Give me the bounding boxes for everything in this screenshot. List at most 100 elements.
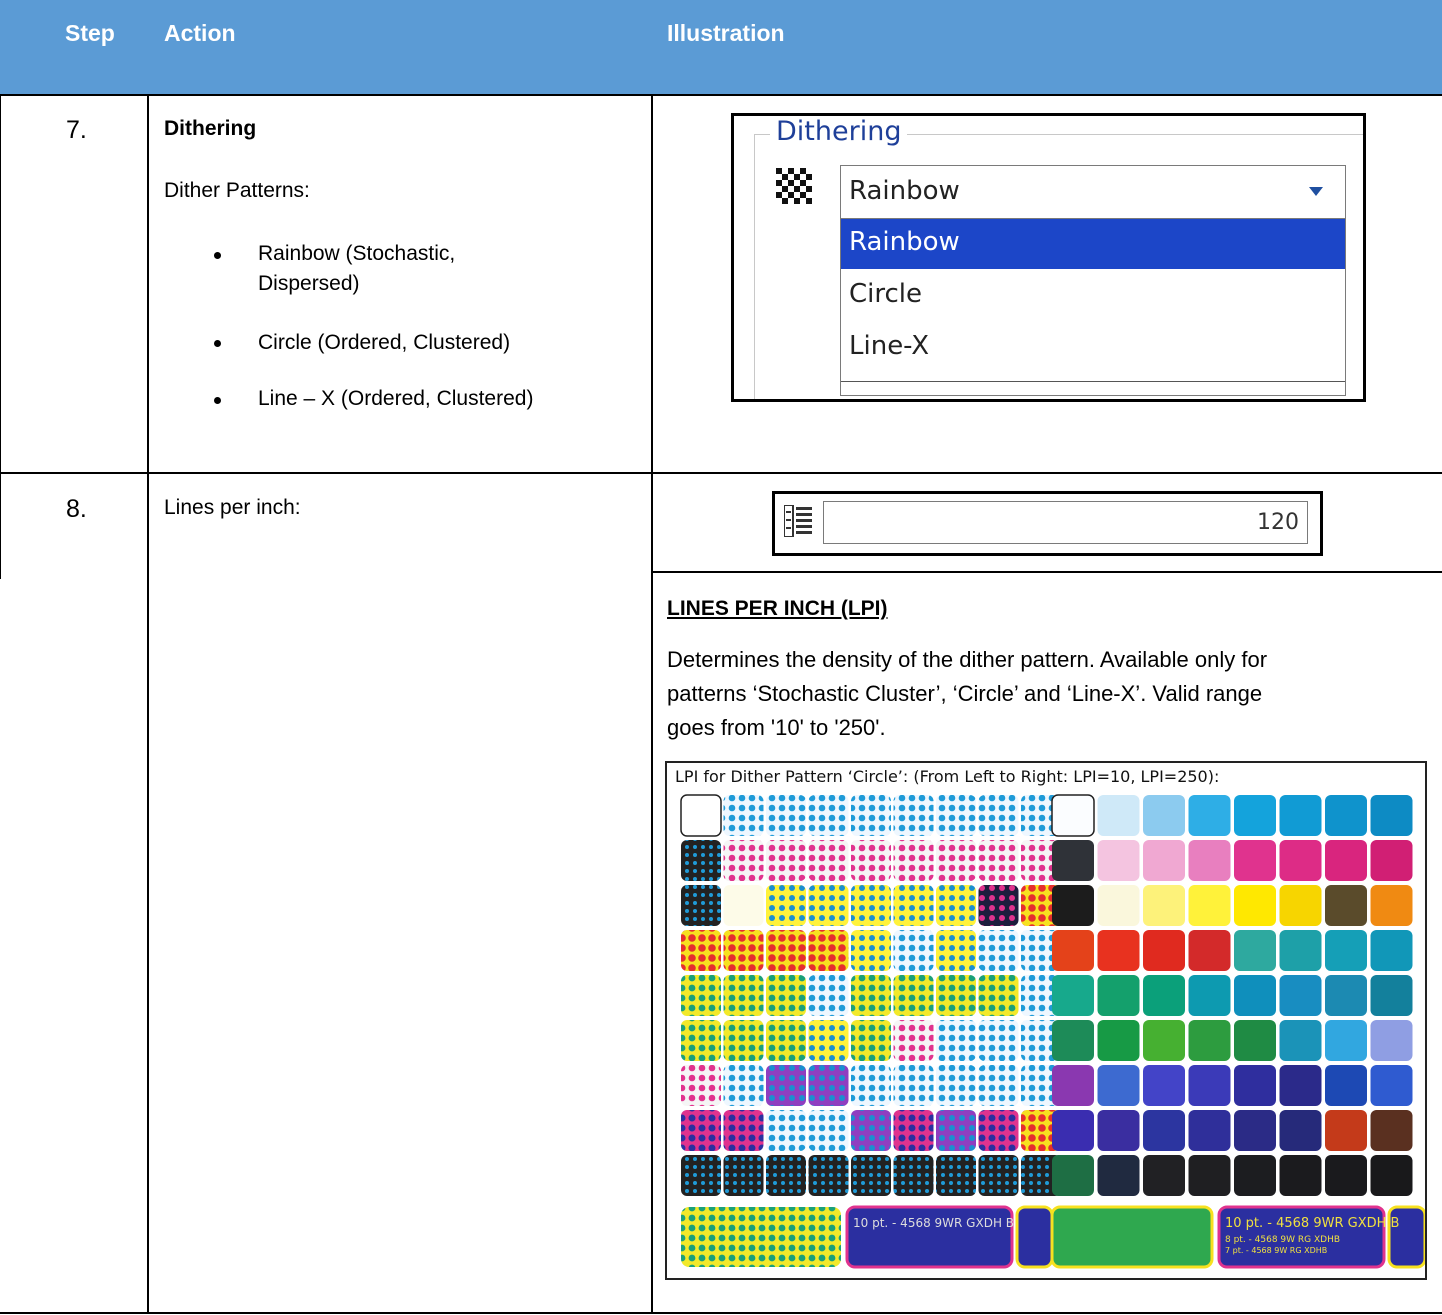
- halftone-tile: [680, 794, 722, 837]
- bullet-item: Line – X (Ordered, Clustered): [258, 387, 534, 410]
- halftone-tile: [723, 795, 764, 836]
- solid-tile: [1325, 795, 1367, 836]
- halftone-tile: [978, 840, 1019, 881]
- halftone-tile: [808, 795, 849, 836]
- bullet-item: Circle (Ordered, Clustered): [258, 331, 511, 354]
- dropdown-option[interactable]: Line-X: [841, 323, 1345, 373]
- solid-tile: [1279, 795, 1322, 836]
- halftone-tile: [851, 930, 891, 971]
- option-label: Circle: [849, 279, 923, 309]
- solid-tile: [1097, 1155, 1140, 1196]
- halftone-tile: [808, 885, 849, 926]
- grid-line: [0, 472, 1442, 474]
- solid-tile: [1143, 1020, 1185, 1061]
- lpi-input[interactable]: 120: [823, 501, 1308, 544]
- solid-tile: [1097, 1110, 1140, 1151]
- halftone-tile: [893, 795, 934, 836]
- solid-tile: [1234, 1110, 1276, 1151]
- solid-tile: [1188, 930, 1231, 971]
- halftone-tile: [978, 930, 1019, 971]
- halftone-tile: [766, 930, 806, 971]
- dither-pattern-icon: [776, 168, 812, 204]
- halftone-tile: [766, 975, 806, 1016]
- halftone-tile: [936, 1155, 976, 1196]
- halftone-tile: [936, 840, 976, 881]
- solid-tile: [1188, 1020, 1231, 1061]
- halftone-tile: [723, 930, 764, 971]
- halftone-tile: [978, 1110, 1019, 1151]
- halftone-tile: [978, 795, 1019, 836]
- halftone-tile: [893, 1020, 934, 1061]
- solid-tile: [1325, 840, 1367, 881]
- halftone-tile: [681, 885, 721, 926]
- step-label: Lines per inch:: [164, 496, 301, 519]
- bullet-item: Rainbow (Stochastic,: [258, 242, 456, 265]
- bullet: [214, 340, 221, 347]
- solid-tile: [1325, 975, 1367, 1016]
- grid-line: [651, 94, 653, 1314]
- solid-tile: [1370, 1110, 1413, 1151]
- solid-tile: [1188, 885, 1231, 926]
- solid-tile: [1370, 795, 1413, 836]
- halftone-tile: [978, 885, 1019, 926]
- header-illustration: Illustration: [667, 20, 785, 46]
- solid-tile: [1234, 975, 1276, 1016]
- halftone-tile: [766, 1020, 806, 1061]
- chevron-down-icon[interactable]: [1309, 187, 1323, 196]
- halftone-tile: [681, 1065, 721, 1106]
- halftone-tile: [936, 930, 976, 971]
- halftone-tile: [978, 1155, 1019, 1196]
- dropdown-option[interactable]: Circle: [841, 271, 1345, 321]
- group-border: [754, 134, 755, 399]
- solid-tile: [1097, 885, 1140, 926]
- halftone-tile: [723, 975, 764, 1016]
- select-value: Rainbow: [849, 176, 960, 206]
- dither-pattern-select[interactable]: Rainbow: [840, 165, 1346, 219]
- solid-tile: [1097, 975, 1140, 1016]
- solid-tile: [1234, 840, 1276, 881]
- solid-tile: [1325, 1065, 1367, 1106]
- solid-tile: [1279, 885, 1322, 926]
- solid-tile: [1097, 840, 1140, 881]
- halftone-tile: [723, 840, 764, 881]
- halftone-tile: [978, 1065, 1019, 1106]
- bullet-item-cont: Dispersed): [258, 272, 360, 295]
- step-title: Dithering: [164, 117, 257, 140]
- solid-tile: [1143, 885, 1185, 926]
- lpi-figure-graphic: 10 pt. - 4568 9WR GXDH B 8 pt. - 4568 9W…: [680, 794, 1425, 1269]
- halftone-tile: [766, 1110, 806, 1151]
- figure-label: 8 pt. - 4568 9W RG XDHB: [1225, 1235, 1340, 1245]
- halftone-tile: [936, 975, 976, 1016]
- halftone-tile: [893, 1110, 934, 1151]
- solid-tile: [1052, 1065, 1094, 1106]
- halftone-tile: [893, 975, 934, 1016]
- solid-tile: [1234, 930, 1276, 971]
- halftone-tile: [723, 885, 764, 926]
- solid-tile: [1052, 885, 1094, 926]
- solid-tile: [1234, 1020, 1276, 1061]
- figure-label: 7 pt. - 4568 9W RG XDHB: [1225, 1246, 1327, 1255]
- solid-tile: [1052, 1155, 1094, 1196]
- grid-line: [0, 1312, 1442, 1314]
- dropdown-option-selected[interactable]: Rainbow: [841, 219, 1345, 269]
- halftone-tile: [978, 1020, 1019, 1061]
- solid-tile: [1279, 1155, 1322, 1196]
- halftone-tile: [851, 975, 891, 1016]
- description-line: patterns ‘Stochastic Cluster’, ‘Circle’ …: [667, 681, 1263, 706]
- halftone-tile: [851, 1020, 891, 1061]
- solid-tile: [1097, 1065, 1140, 1106]
- solid-tile: [1052, 1110, 1094, 1151]
- solid-tile: [1188, 795, 1231, 836]
- solid-tile: [1279, 975, 1322, 1016]
- solid-tile: [1143, 795, 1185, 836]
- header-action: Action: [164, 20, 236, 46]
- halftone-tile: [893, 885, 934, 926]
- halftone-tile: [851, 1110, 891, 1151]
- halftone-tile: [766, 840, 806, 881]
- solid-tile: [1234, 885, 1276, 926]
- solid-tile: [1143, 1110, 1185, 1151]
- halftone-tile: [893, 840, 934, 881]
- grid-line: [0, 94, 1, 579]
- halftone-tile: [851, 885, 891, 926]
- halftone-tile: [808, 1155, 849, 1196]
